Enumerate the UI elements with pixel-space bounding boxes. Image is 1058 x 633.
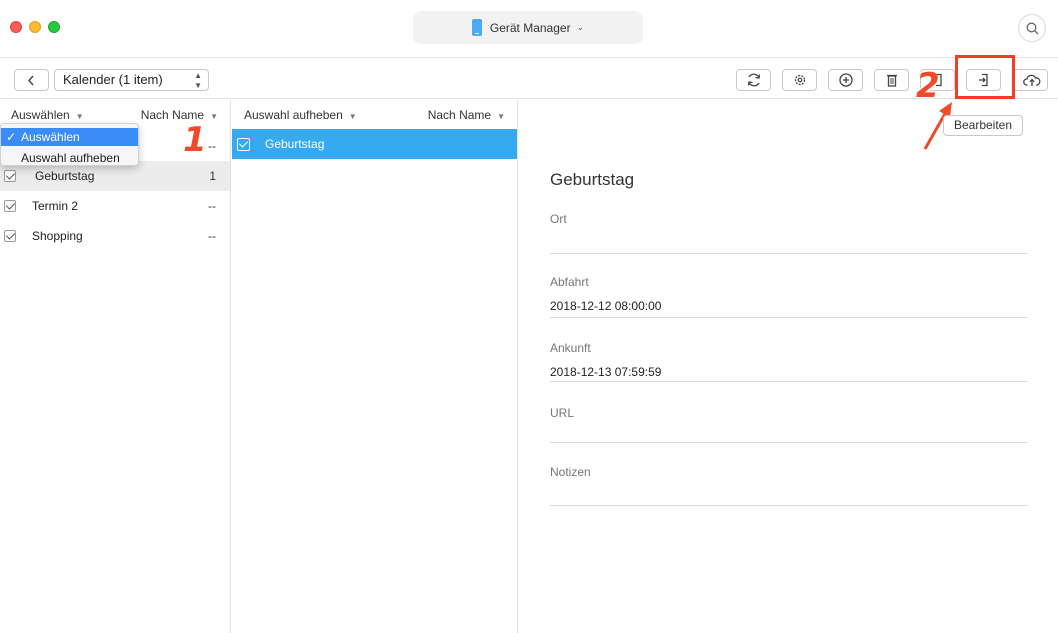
- field-label: Ankunft: [550, 341, 591, 355]
- field-label: Abfahrt: [550, 275, 589, 289]
- field-end: Ankunft 2018-12-13 07:59:59: [550, 341, 1028, 382]
- field-location: Ort: [550, 212, 1028, 254]
- sort-label: Nach Name: [427, 107, 492, 122]
- trash-icon: [887, 74, 897, 87]
- triangle-down-icon: ▼: [210, 111, 218, 121]
- close-window-button[interactable]: [10, 21, 22, 33]
- select-dropdown-menu: ✓ Auswählen Auswahl aufheben: [0, 123, 139, 166]
- phone-icon: [471, 19, 482, 36]
- event-list-pane: Auswahl aufheben ▼ Nach Name ▼ Geburtstag: [231, 100, 518, 633]
- sort-by-name-menu[interactable]: Nach Name ▼: [428, 108, 505, 122]
- list-item-label: Geburtstag: [35, 169, 95, 183]
- field-notes: Notizen: [550, 465, 1028, 506]
- list-item[interactable]: Termin 2 --: [0, 191, 230, 221]
- refresh-button[interactable]: [736, 69, 771, 91]
- triangle-down-icon: ▼: [75, 111, 84, 121]
- annotation-step-1: 1: [183, 120, 207, 160]
- back-icon: [28, 75, 34, 86]
- field-start: Abfahrt 2018-12-12 08:00:00: [550, 275, 1028, 318]
- delete-button[interactable]: [874, 69, 909, 91]
- mid-pane-header: Auswahl aufheben ▼ Nach Name ▼: [231, 100, 517, 129]
- minimize-window-button[interactable]: [29, 21, 41, 33]
- list-item-label: Termin 2: [32, 199, 79, 213]
- menu-item-select-all[interactable]: ✓ Auswählen: [1, 128, 138, 146]
- settings-button[interactable]: [782, 69, 817, 91]
- search-button[interactable]: [1018, 14, 1046, 42]
- menu-item-label: Auswählen: [21, 130, 80, 144]
- add-icon: [839, 73, 853, 87]
- calendar-list-pane: Auswählen ▼ Nach Name ▼ -- Geburtstag 1 Te…: [0, 100, 231, 633]
- add-button[interactable]: [828, 69, 863, 91]
- zoom-window-button[interactable]: [48, 21, 60, 33]
- deselect-label: Auswahl aufheben: [244, 107, 343, 122]
- checkmark-icon: ✓: [6, 130, 17, 144]
- field-label: URL: [550, 406, 575, 420]
- checkbox[interactable]: [237, 137, 250, 151]
- field-label: Notizen: [550, 465, 591, 479]
- list-item-count: --: [208, 199, 216, 213]
- title-bar: Gerät Manager ⌄: [0, 0, 1058, 58]
- back-button[interactable]: [14, 69, 49, 91]
- triangle-down-icon: ▼: [348, 111, 357, 121]
- refresh-icon: [747, 73, 761, 87]
- checkbox[interactable]: [4, 230, 16, 242]
- toolbar: Kalender (1 item) ▲ ▼: [0, 59, 1058, 99]
- list-item-count: --: [208, 139, 216, 153]
- upload-cloud-button[interactable]: [1013, 69, 1048, 91]
- field-value: 2018-12-13 07:59:59: [550, 365, 662, 379]
- triangle-down-icon: ▼: [497, 111, 505, 121]
- search-icon: [1026, 22, 1039, 35]
- deselect-all-menu[interactable]: Auswahl aufheben ▼: [244, 108, 357, 122]
- menu-item-deselect-all[interactable]: Auswahl aufheben: [1, 149, 138, 167]
- edit-button[interactable]: Bearbeiten: [943, 115, 1023, 136]
- field-value: 2018-12-12 08:00:00: [550, 299, 662, 313]
- settings-icon: [794, 74, 806, 86]
- calendar-select[interactable]: Kalender (1 item) ▲ ▼: [54, 69, 209, 91]
- cloud-upload-icon: [1023, 74, 1041, 86]
- event-detail-pane: Bearbeiten Geburtstag Ort Abfahrt 2018-1…: [519, 100, 1058, 633]
- list-item-count: 1: [209, 169, 216, 183]
- checkbox[interactable]: [4, 200, 16, 212]
- device-name: Gerät Manager: [489, 20, 571, 35]
- annotation-highlight-box: [955, 55, 1015, 99]
- field-url: URL: [550, 406, 1028, 443]
- event-row-label: Geburtstag: [265, 137, 325, 151]
- chevron-down-icon: ⌄: [576, 22, 585, 32]
- checkbox[interactable]: [4, 170, 16, 182]
- select-all-menu[interactable]: Auswählen ▼: [11, 108, 84, 122]
- field-label: Ort: [550, 212, 567, 226]
- device-selector[interactable]: Gerät Manager ⌄: [413, 11, 643, 44]
- menu-item-label: Auswahl aufheben: [21, 151, 120, 165]
- calendar-select-value: Kalender (1 item): [63, 72, 163, 87]
- list-item-label: Shopping: [32, 229, 83, 243]
- list-item[interactable]: Shopping --: [0, 221, 230, 251]
- select-all-label: Auswählen: [11, 107, 70, 122]
- updown-icon: ▲ ▼: [194, 71, 202, 90]
- list-item-count: --: [208, 229, 216, 243]
- event-row-selected[interactable]: Geburtstag: [232, 129, 517, 159]
- event-title: Geburtstag: [550, 170, 635, 189]
